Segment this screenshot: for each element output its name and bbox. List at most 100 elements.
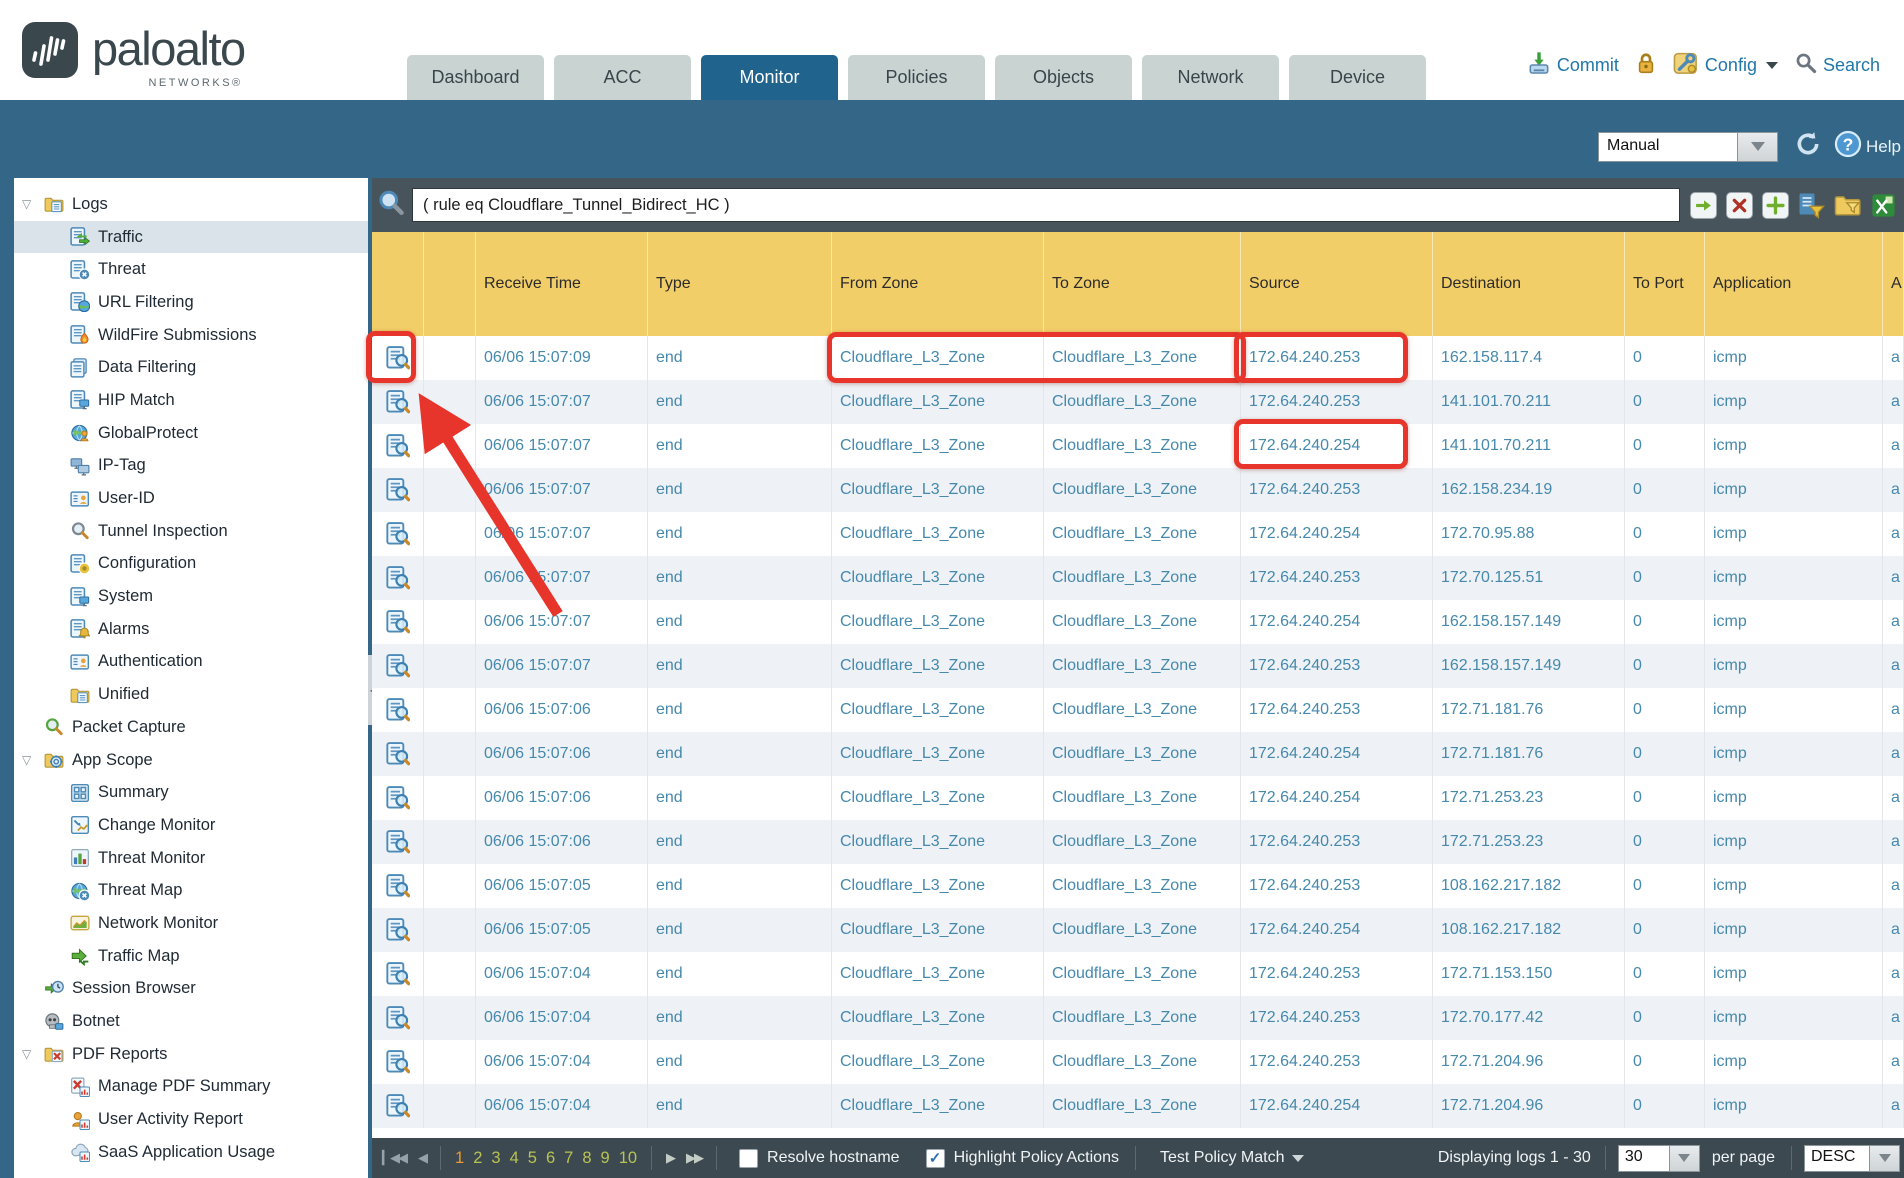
sidebar-item-system[interactable]: System [14,580,368,613]
sidebar-item-packet-capture[interactable]: Packet Capture [14,711,368,744]
sidebar-item-wildfire-submissions[interactable]: WildFire Submissions [14,319,368,352]
log-detail-icon[interactable] [372,776,424,820]
tab-device[interactable]: Device [1289,55,1426,100]
config-menu[interactable]: Config [1673,50,1778,81]
sidebar-item-session-browser[interactable]: Session Browser [14,973,368,1006]
last-page-icon[interactable]: ▶▶ [686,1150,702,1166]
tab-objects[interactable]: Objects [995,55,1132,100]
sidebar-item-hip-match[interactable]: HIP Match [14,384,368,417]
expander-icon[interactable]: ▽ [22,753,44,767]
highlight-policy-checkbox[interactable]: ✓ [926,1149,945,1168]
page-number-9[interactable]: 9 [601,1149,610,1168]
next-page-icon[interactable]: ▶ [666,1150,674,1166]
sidebar-item-saas-application-usage[interactable]: SaaS Application Usage [14,1136,368,1169]
sidebar-item-threat[interactable]: Threat [14,253,368,286]
sidebar-item-tunnel-inspection[interactable]: Tunnel Inspection [14,515,368,548]
sidebar-item-network-monitor[interactable]: Network Monitor [14,907,368,940]
page-size-select[interactable]: 30 [1618,1145,1700,1172]
column-header-destination[interactable]: Destination [1433,232,1625,336]
column-header-a[interactable]: A [1883,232,1904,336]
tab-dashboard[interactable]: Dashboard [407,55,544,100]
log-detail-icon[interactable] [372,864,424,908]
save-filter-icon[interactable] [1798,192,1825,219]
sidebar-item-traffic-map[interactable]: Traffic Map [14,940,368,973]
sidebar-item-data-filtering[interactable]: Data Filtering [14,351,368,384]
search-button[interactable]: Search [1795,52,1880,79]
sidebar-item-threat-monitor[interactable]: Threat Monitor [14,842,368,875]
log-detail-icon[interactable] [372,952,424,996]
column-header-to-zone[interactable]: To Zone [1044,232,1241,336]
page-number-5[interactable]: 5 [528,1149,537,1168]
log-detail-icon[interactable] [372,556,424,600]
sidebar-item-traffic[interactable]: Traffic [14,221,368,254]
log-detail-icon[interactable] [372,1084,424,1128]
page-number-3[interactable]: 3 [491,1149,500,1168]
tab-acc[interactable]: ACC [554,55,691,100]
log-detail-icon[interactable] [372,1040,424,1084]
log-detail-icon[interactable] [372,688,424,732]
page-number-2[interactable]: 2 [473,1149,482,1168]
sort-order-select[interactable]: DESC [1804,1145,1900,1172]
load-filter-icon[interactable] [1834,192,1861,219]
tab-network[interactable]: Network [1142,55,1279,100]
log-detail-icon[interactable] [372,908,424,952]
resolve-hostname-checkbox[interactable] [739,1149,758,1168]
apply-filter-button[interactable] [1690,192,1717,219]
test-policy-match-button[interactable]: Test Policy Match [1160,1149,1304,1167]
log-detail-icon[interactable] [372,380,424,424]
refresh-mode-select[interactable]: Manual [1598,132,1778,162]
log-detail-icon[interactable] [372,468,424,512]
page-size-dropdown-button[interactable] [1670,1145,1700,1172]
page-number-8[interactable]: 8 [582,1149,591,1168]
page-number-6[interactable]: 6 [546,1149,555,1168]
column-header-from-zone[interactable]: From Zone [832,232,1044,336]
page-number-1[interactable]: 1 [455,1149,464,1168]
sidebar-item-globalprotect[interactable]: GlobalProtect [14,417,368,450]
sidebar-item-alarms[interactable]: Alarms [14,613,368,646]
sidebar-item-pdf-reports[interactable]: ▽PDF Reports [14,1038,368,1071]
column-header-to-port[interactable]: To Port [1625,232,1705,336]
page-number-7[interactable]: 7 [564,1149,573,1168]
column-header-application[interactable]: Application [1705,232,1883,336]
column-header-receive-time[interactable]: Receive Time [476,232,648,336]
column-header-source[interactable]: Source [1241,232,1433,336]
sidebar-item-summary[interactable]: Summary [14,776,368,809]
sort-order-dropdown-button[interactable] [1870,1145,1900,1172]
expander-icon[interactable]: ▽ [22,197,44,211]
prev-page-icon[interactable]: ◀ [418,1150,426,1166]
sidebar-item-botnet[interactable]: Botnet [14,1005,368,1038]
sidebar-item-authentication[interactable]: Authentication [14,646,368,679]
log-detail-icon[interactable] [372,600,424,644]
sidebar-item-app-scope[interactable]: ▽App Scope [14,744,368,777]
export-icon[interactable] [1870,192,1897,219]
sidebar-item-unified[interactable]: Unified [14,678,368,711]
sidebar-item-threat-map[interactable]: Threat Map [14,874,368,907]
clear-filter-button[interactable] [1726,192,1753,219]
log-detail-icon[interactable] [372,732,424,776]
column-header-type[interactable]: Type [648,232,832,336]
expander-icon[interactable]: ▽ [22,1047,44,1061]
commit-button[interactable]: Commit [1527,51,1619,80]
log-detail-icon[interactable] [372,644,424,688]
help-label[interactable]: Help [1866,137,1901,157]
page-number-10[interactable]: 10 [619,1149,637,1168]
refresh-icon[interactable] [1794,130,1822,163]
help-icon[interactable]: ? [1834,130,1862,163]
log-detail-icon[interactable] [372,820,424,864]
sidebar-item-change-monitor[interactable]: Change Monitor [14,809,368,842]
first-page-icon[interactable]: ▎◀◀ [382,1150,406,1166]
sidebar-item-url-filtering[interactable]: URL Filtering [14,286,368,319]
sidebar-item-manage-pdf-summary[interactable]: Manage PDF Summary [14,1071,368,1104]
add-filter-button[interactable] [1762,192,1789,219]
tab-policies[interactable]: Policies [848,55,985,100]
sidebar-item-user-id[interactable]: User-ID [14,482,368,515]
sidebar-item-configuration[interactable]: Configuration [14,548,368,581]
sidebar-item-ip-tag[interactable]: IP-Tag [14,450,368,483]
sidebar-item-logs[interactable]: ▽Logs [14,188,368,221]
page-number-4[interactable]: 4 [510,1149,519,1168]
refresh-mode-dropdown-button[interactable] [1737,132,1778,162]
tab-monitor[interactable]: Monitor [701,55,838,100]
sidebar-item-user-activity-report[interactable]: User Activity Report [14,1103,368,1136]
log-filter-input[interactable] [412,188,1680,222]
log-detail-icon[interactable] [372,424,424,468]
